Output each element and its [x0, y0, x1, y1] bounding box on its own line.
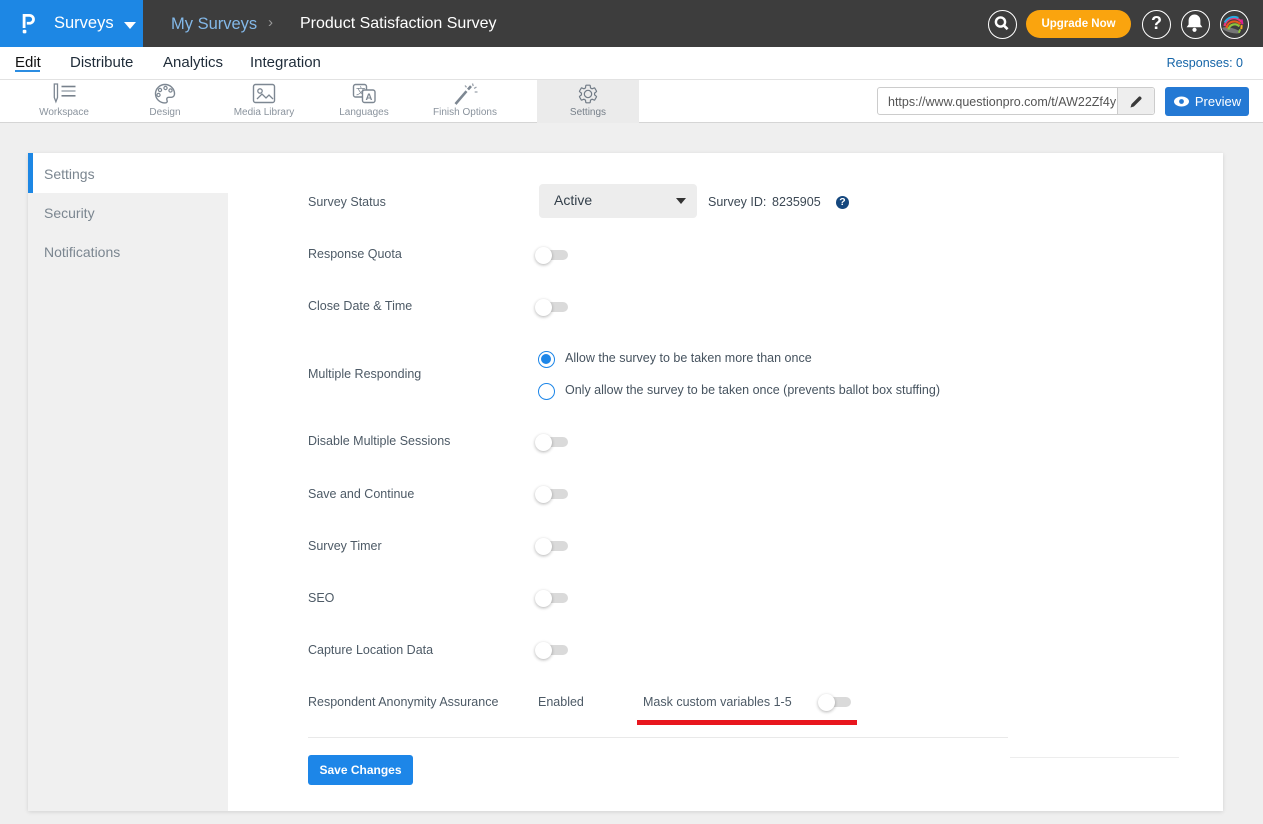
- svg-text:A: A: [366, 92, 373, 103]
